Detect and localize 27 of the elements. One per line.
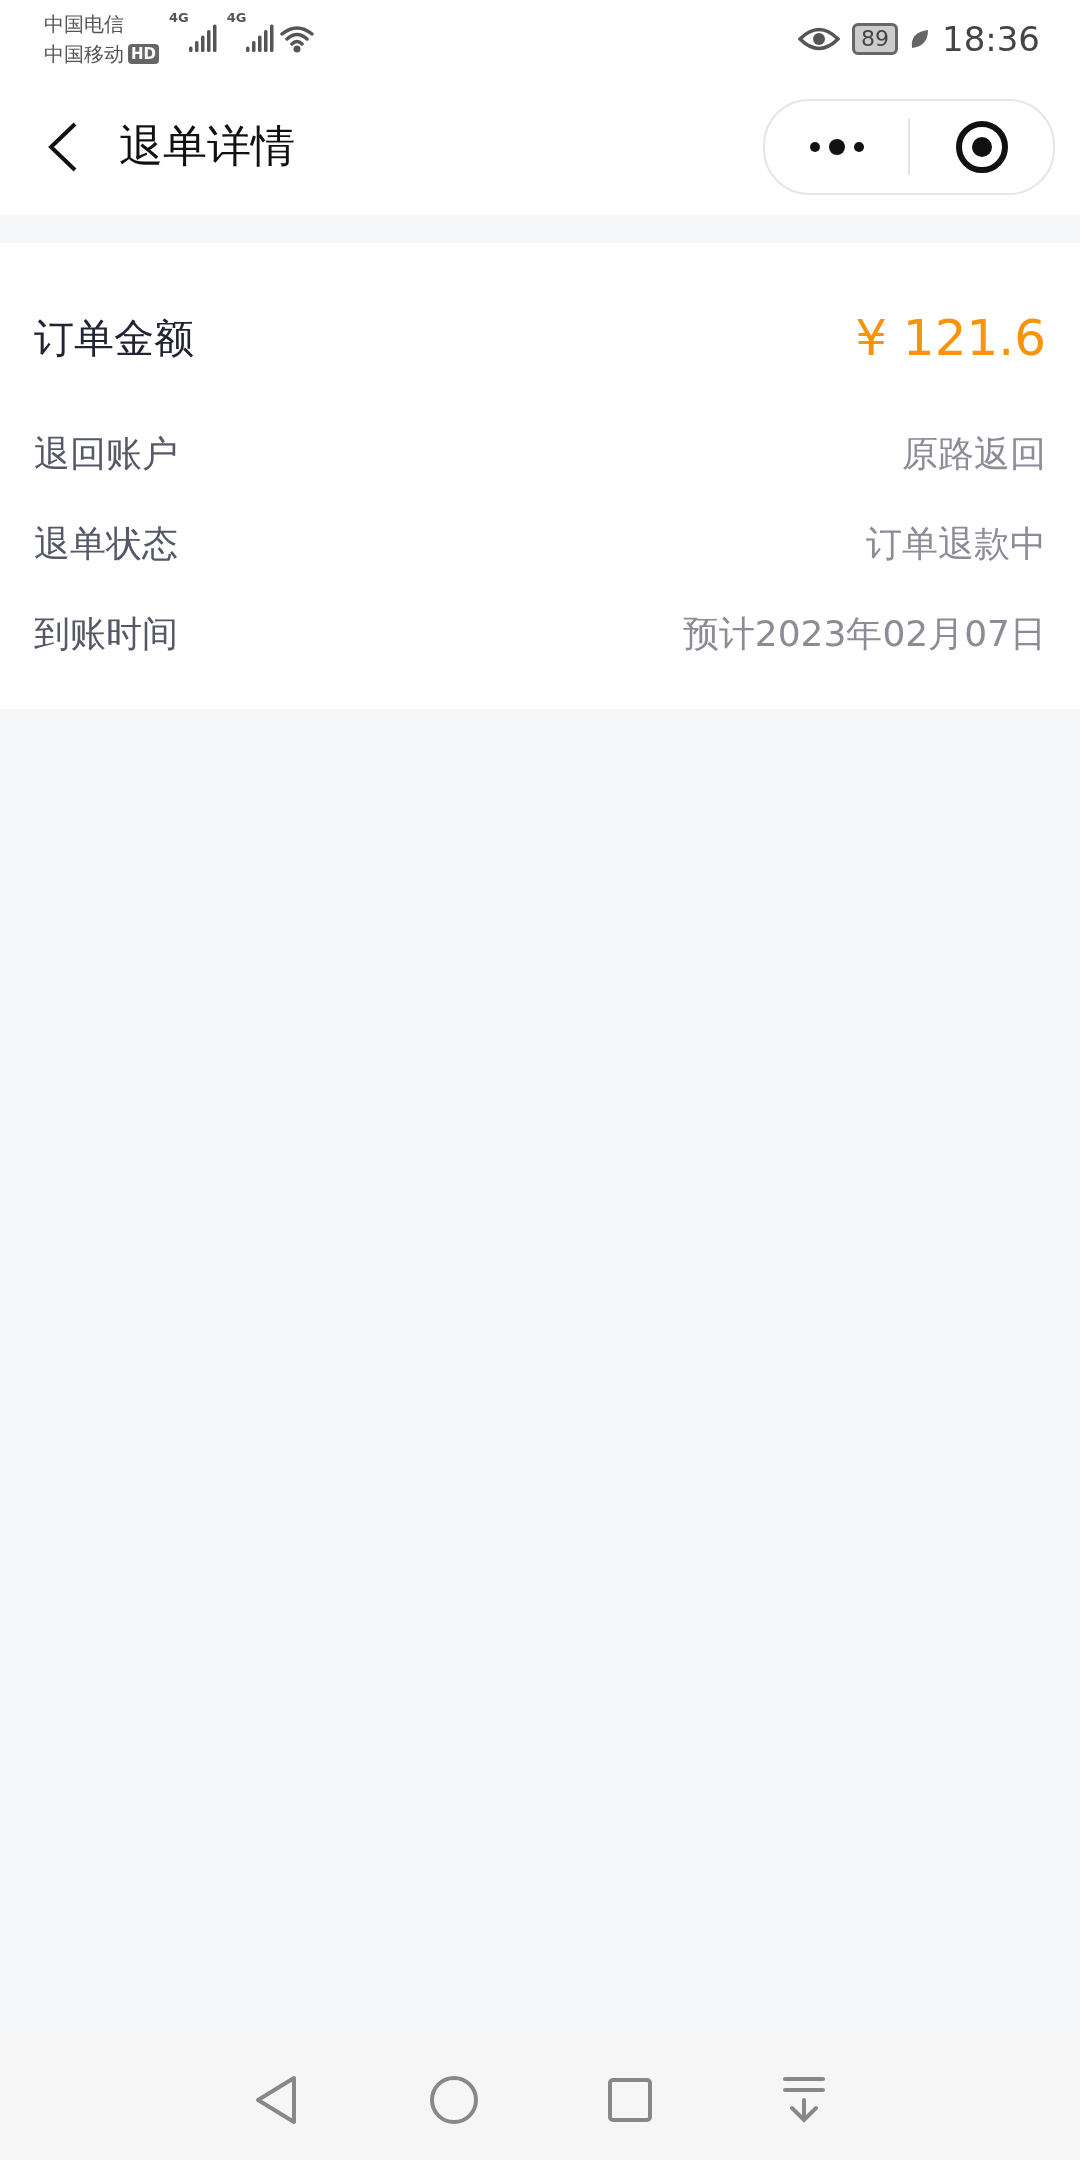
home-icon [428,2075,479,2125]
field-label: 退单状态 [34,521,178,566]
eye-icon [798,26,840,52]
home-button[interactable] [428,2075,479,2125]
carrier-name: 中国电信 [44,11,125,38]
carrier-name: 中国移动 [44,41,124,68]
pull-down-icon [781,2076,826,2124]
field-value: 预计2023年02月07日 [682,611,1046,656]
recents-button[interactable] [607,2077,654,2123]
amount-label: 订单金额 [34,313,194,363]
field-label: 退回账户 [34,431,178,476]
battery-indicator: 89 [852,23,898,55]
field-value: 原路返回 [902,431,1046,476]
network-label: 4G [226,10,247,25]
status-time: 18:36 [942,19,1040,59]
leaf-icon [910,28,930,50]
field-label: 到账时间 [34,611,178,656]
target-icon [954,119,1009,174]
notification-button[interactable] [781,2076,826,2124]
signal-icon [188,24,217,54]
page-title: 退单详情 [119,119,295,173]
recents-icon [607,2077,654,2123]
network-label: 4G [169,10,189,25]
field-value: 订单退款中 [866,521,1046,566]
signal-icon [246,24,275,54]
hd-badge: HD [128,44,159,64]
amount-value: ¥ 121.6 [855,309,1046,367]
